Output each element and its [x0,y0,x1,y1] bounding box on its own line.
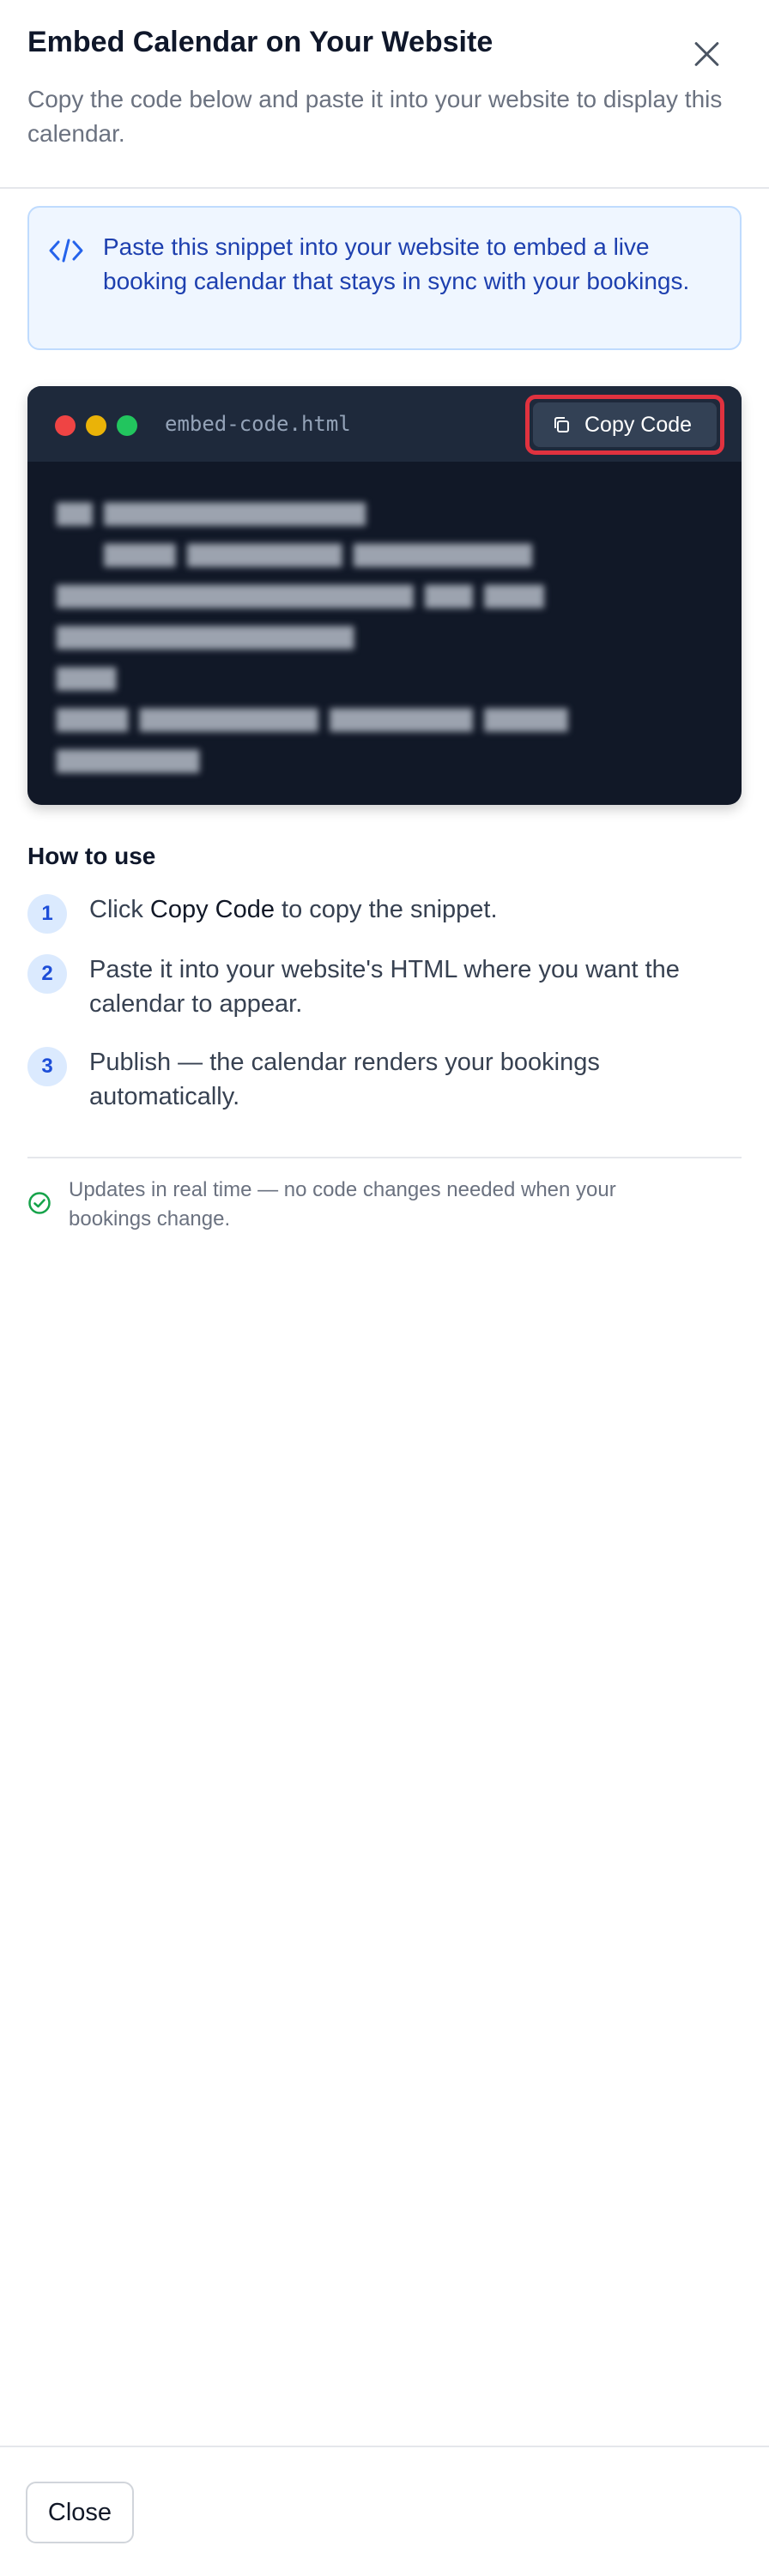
step-number: 3 [27,1047,67,1086]
info-banner: Paste this snippet into your website to … [27,206,742,350]
dialog-subtitle: Copy the code below and paste it into yo… [27,86,723,147]
code-filename: embed-code.html [165,412,351,436]
dialog-title: Embed Calendar on Your Website [27,26,493,58]
check-circle-icon [28,1192,51,1214]
how-to-use-title: How to use [27,843,156,869]
blurred-code-lines: ███ ██████████████████████ ██████ ██████… [57,504,568,773]
note-text: Updates in real time — no code changes n… [69,1178,616,1231]
code-icon [49,239,83,263]
step-number: 2 [27,954,67,994]
close-button[interactable]: Close [26,2482,134,2543]
window-minimize-dot [86,415,106,436]
step-text: Paste it into your website's HTML where … [89,956,680,1018]
window-close-dot [55,415,76,436]
window-maximize-dot [117,415,137,436]
close-icon[interactable] [687,34,728,76]
copy-code-label: Copy Code [584,413,693,437]
code-snippet-blurred: ███ ██████████████████████ ██████ ██████… [27,462,742,805]
code-window-toolbar: embed-code.html Copy Code [27,386,742,462]
copy-code-button[interactable]: Copy Code [533,402,717,447]
step-number: 1 [27,894,67,934]
step-text: Publish — the calendar renders your book… [89,1049,600,1110]
info-text: Paste this snippet into your website to … [103,233,690,294]
copy-button-highlight: Copy Code [525,395,724,455]
dialog-footer: Close [0,2446,769,2576]
code-window: embed-code.html Copy Code ███ ██████████… [27,386,742,805]
step-emphasis: Copy Code [149,896,275,923]
step-text: Click Copy Code to copy the snippet. [89,896,498,923]
divider [27,1157,742,1158]
dialog-header: Embed Calendar on Your Website Copy the … [0,0,769,189]
copy-icon [554,417,569,432]
embed-calendar-dialog: Embed Calendar on Your Website Copy the … [0,0,769,2574]
